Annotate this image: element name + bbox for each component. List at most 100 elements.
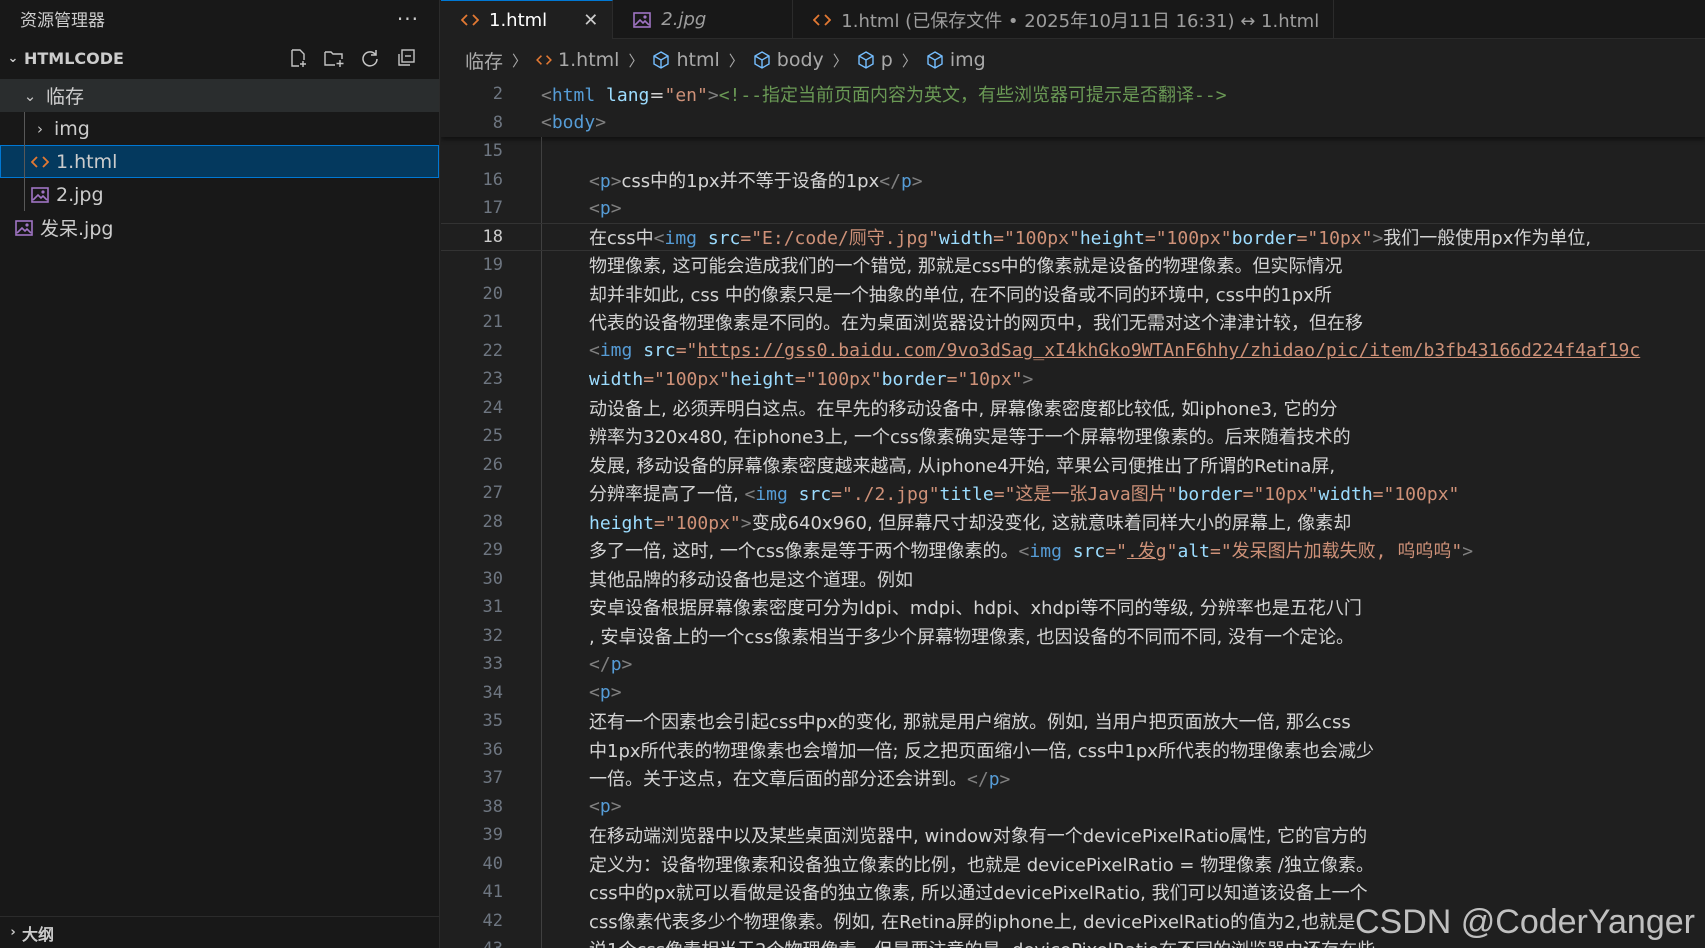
symbol-element-icon [926,51,944,69]
html-file-icon [536,54,552,66]
line-number: 32 [482,625,503,646]
current-code-line: 18 在css中<img src="E:/code/厕守.jpg"width="… [441,222,1705,251]
code-line: 40 定义为：设备物理像素和设备独立像素的比例，也就是 devicePixelRa… [441,850,1705,879]
indent-guide [24,112,25,145]
code-text: <p>css中的1px并不等于设备的1px</p> [589,170,923,192]
code-text: 在css中<img src="E:/code/厕守.jpg"width="100… [589,227,1592,249]
more-actions-icon[interactable]: ··· [397,7,419,31]
code-editor[interactable]: 2 <html lang="en"><!--指定当前页面内容为英文，有些浏览器可… [441,80,1705,948]
code-line: 25 辨率为320x480, 在iphone3上, 一个css像素确实是等于一个屏… [441,422,1705,451]
symbol-element-icon [753,51,771,69]
code-line: 27 分辨率提高了一倍, <img src="./2.jpg"title="这是… [441,479,1705,508]
code-text: 动设备上, 必须弄明白这点。在早先的移动设备中, 屏幕像素密度都比较低, 如ip… [589,398,1338,420]
outline-label: 大纲 [22,924,55,944]
code-line: 29 多了一倍, 这时, 一个css像素是等于两个物理像素的。<img src=… [441,536,1705,565]
chevron-down-icon: ⌄ [23,86,37,105]
tree-file-1-html[interactable]: 1.html [0,145,439,178]
line-number: 39 [482,825,503,846]
tree-file-fadai-jpg[interactable]: 发呆.jpg [0,211,439,244]
line-number: 18 [482,226,503,247]
line-number: 43 [441,939,503,948]
refresh-icon[interactable] [359,47,381,69]
code-line: 8 <body> [441,109,1705,138]
tree-folder-label: 临存 [46,86,85,108]
close-icon[interactable]: ✕ [583,10,598,31]
code-line: 39 在移动端浏览器中以及某些桌面浏览器中, window对象有一个deviceP… [441,821,1705,850]
line-number: 22 [482,340,503,361]
line-number: 42 [482,910,503,931]
breadcrumb-p[interactable]: p [857,49,893,71]
tab-2-jpg[interactable]: 2.jpg [613,0,794,39]
line-number: 20 [482,283,503,304]
tree-file-2-jpg[interactable]: 2.jpg [0,178,439,211]
image-file-icon [28,186,52,203]
explorer-sidebar: 资源管理器 ··· ⌄ HTMLCODE ⌄ 临存 › img 1.html 2… [0,0,440,948]
line-number: 26 [482,454,503,475]
code-text: 定义为：设备物理像素和设备独立像素的比例，也就是 devicePixelRati… [589,854,1375,876]
code-line: 34 <p> [441,679,1705,708]
workspace-section-header[interactable]: ⌄ HTMLCODE [0,37,439,79]
tab-diff-1-html[interactable]: 1.html (已保存文件 • 2025年10月11日 16:31) ↔ 1.h… [793,0,1335,39]
html-file-icon [28,155,52,169]
file-link[interactable]: .发g [1127,541,1167,562]
code-text: 分辨率提高了一倍, <img src="./2.jpg"title="这是一张J… [589,484,1460,506]
code-line: 38 <p> [441,793,1705,822]
breadcrumb-label: 1.html [558,49,620,71]
breadcrumb-folder[interactable]: 临存 [465,47,503,74]
indent-guide [24,145,25,178]
breadcrumb-body[interactable]: body [753,49,824,71]
html-file-icon [461,13,479,27]
explorer-actions [287,47,439,69]
tree-folder-label: img [54,117,90,140]
breadcrumb-img[interactable]: img [926,49,986,71]
code-text: 物理像素, 这可能会造成我们的一个错觉, 那就是css中的像素就是设备的物理像素… [589,256,1343,278]
chevron-right-icon: 〉 [728,51,744,70]
vscode-window: 资源管理器 ··· ⌄ HTMLCODE ⌄ 临存 › img 1.html 2… [0,0,1705,948]
line-number: 35 [482,711,503,732]
code-line: 31 安卓设备根据屏幕像素密度可分为ldpi、mdpi、hdpi、xhdpi等不同… [441,593,1705,622]
outline-section-header[interactable]: › 大纲 [0,916,439,948]
breadcrumb: 临存 〉 1.html 〉 html 〉 body 〉 p 〉 img [441,40,1705,80]
symbol-element-icon [652,51,670,69]
new-folder-icon[interactable] [323,47,345,69]
code-text: 辨率为320x480, 在iphone3上, 一个css像素确实是等于一个屏幕物… [589,427,1351,449]
line-number: 2 [492,84,503,105]
code-line: 24 动设备上, 必须弄明白这点。在早先的移动设备中, 屏幕像素密度都比较低, 如… [441,394,1705,423]
line-number: 31 [482,597,503,618]
collapse-all-icon[interactable] [395,47,417,69]
code-line: 23 width="100px"height="100px"border="10… [441,365,1705,394]
breadcrumb-html[interactable]: html [652,49,720,71]
code-line: 36 中1px所代表的物理像素也会增加一倍; 反之把页面缩小一倍, css中1px… [441,736,1705,765]
code-text: css中的px就可以看做是设备的独立像素, 所以通过devicePixelRat… [589,883,1368,905]
tree-folder-img[interactable]: › img [0,112,439,145]
tab-label: 1.html [489,9,548,31]
line-number: 8 [492,112,503,133]
url-link[interactable]: https://gss0.baidu.com/9vo3dSag_xI4khGko… [697,340,1640,361]
code-line: 21 代表的设备物理像素是不同的。在为桌面浏览器设计的网页中，我们无需对这个津津计… [441,308,1705,337]
code-line: 37 一倍。关于这点，在文章后面的部分还会讲到。</p> [441,764,1705,793]
line-number: 37 [482,768,503,789]
breadcrumb-label: img [949,49,986,71]
sticky-scroll[interactable]: 2 <html lang="en"><!--指定当前页面内容为英文，有些浏览器可… [441,80,1705,137]
code-line: 30 其他品牌的移动设备也是这个道理。例如 [441,565,1705,594]
code-text: 多了一倍, 这时, 一个css像素是等于两个物理像素的。<img src=".发… [589,541,1474,563]
tree-folder-linshi[interactable]: ⌄ 临存 [0,79,439,112]
line-number: 34 [482,682,503,703]
new-file-icon[interactable] [287,47,309,69]
chevron-right-icon: 〉 [901,51,917,70]
image-file-icon [633,11,652,28]
chevron-right-icon: 〉 [628,51,644,70]
code-text: <body> [541,112,607,134]
line-number: 25 [482,426,503,447]
chevron-right-icon: › [37,119,43,138]
tab-1-html[interactable]: 1.html ✕ [441,0,614,39]
code-line: 35 还有一个因素也会引起css中px的变化, 那就是用户缩放。例如, 当用户把页… [441,707,1705,736]
line-number: 33 [482,654,503,675]
line-number: 36 [482,739,503,760]
code-text: 说1个css像素相当于2个物理像素。但是要注意的是, devicePixelRa… [589,936,1375,948]
image-file-icon [12,219,36,236]
line-number: 15 [482,141,503,162]
line-number: 30 [482,568,503,589]
line-number: 19 [482,255,503,276]
breadcrumb-file[interactable]: 1.html [536,49,619,71]
